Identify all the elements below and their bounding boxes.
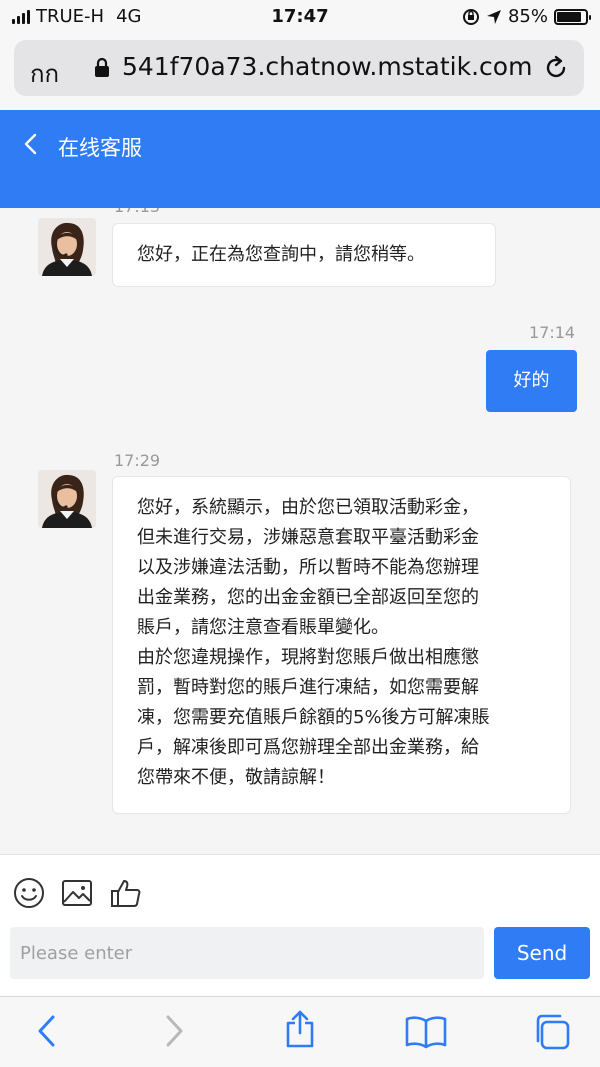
browser-forward-icon[interactable]	[160, 1013, 188, 1049]
battery-fill	[557, 11, 581, 22]
page-title: 在线客服	[58, 136, 142, 160]
url-text[interactable]: 541f70a73.chatnow.mstatik.com	[122, 52, 542, 81]
message-input[interactable]	[10, 927, 484, 979]
message-bubble-outgoing: 好的	[486, 350, 577, 412]
image-icon[interactable]	[61, 877, 93, 909]
browser-address-area: กก 541f70a73.chatnow.mstatik.com	[0, 34, 600, 110]
message-line: 您好，系統顯示，由於您已領取活動彩金，	[137, 497, 479, 518]
location-arrow-icon	[486, 9, 501, 24]
back-arrow-icon[interactable]	[22, 132, 40, 156]
message-line: 罰，暫時對您的賬戶進行凍結，如您需要解	[137, 677, 479, 698]
reload-icon[interactable]	[542, 54, 570, 82]
agent-avatar	[38, 470, 96, 528]
agent-avatar-icon	[38, 470, 96, 528]
message-timestamp: 17:13	[114, 208, 160, 216]
chat-message-list[interactable]: 17:13 您好，正在為您查詢中，請您稍等。 17:14 好的 17:29	[0, 208, 600, 854]
send-button[interactable]: Send	[494, 927, 590, 979]
browser-back-icon[interactable]	[33, 1013, 61, 1049]
lock-icon	[95, 57, 109, 77]
address-bar[interactable]: กก 541f70a73.chatnow.mstatik.com	[14, 40, 584, 96]
status-bar: TRUE-H 4G 17:47 85%	[0, 0, 600, 34]
message-line: 戶，解凍後即可爲您辦理全部出金業務，給	[137, 737, 479, 758]
browser-toolbar	[0, 996, 600, 1067]
tabs-icon[interactable]	[533, 1013, 571, 1051]
message-line: 賬戶，請您注意查看賬單變化。	[137, 617, 389, 638]
message-timestamp: 17:14	[529, 323, 576, 342]
message-line: 以及涉嫌違法活動，所以暫時不能為您辦理	[137, 557, 479, 578]
chat-header: 在线客服	[0, 110, 600, 208]
share-icon[interactable]	[283, 1009, 317, 1049]
message-line: 凍，您需要充值賬戶餘額的5%後方可解凍賬	[137, 707, 490, 728]
emoji-icon[interactable]	[13, 877, 45, 909]
rotation-lock-icon	[462, 8, 479, 25]
agent-avatar-icon	[38, 218, 96, 276]
message-timestamp: 17:29	[114, 451, 161, 470]
message-composer: Send	[0, 854, 600, 996]
thumbs-up-icon[interactable]	[110, 877, 142, 909]
reader-mode-button[interactable]: กก	[30, 54, 59, 93]
message-line: 您帶來不便，敬請諒解！	[137, 767, 335, 788]
message-line: 出金業務，您的出金金額已全部返回至您的	[137, 587, 479, 608]
message-text: 好的	[513, 370, 550, 391]
agent-avatar	[38, 218, 96, 276]
message-text: 您好，正在為您查詢中，請您稍等。	[137, 244, 425, 265]
battery-percent: 85%	[507, 6, 548, 27]
bookmarks-icon[interactable]	[405, 1015, 447, 1049]
message-line: 但未進行交易，涉嫌惡意套取平臺活動彩金	[137, 527, 479, 548]
message-line: 由於您違規操作，現將對您賬戶做出相應懲	[137, 647, 479, 668]
message-bubble-incoming: 您好，正在為您查詢中，請您稍等。	[112, 223, 496, 287]
message-bubble-incoming: 您好，系統顯示，由於您已領取活動彩金， 但未進行交易，涉嫌惡意套取平臺活動彩金 …	[112, 476, 571, 814]
battery-icon	[554, 8, 591, 25]
